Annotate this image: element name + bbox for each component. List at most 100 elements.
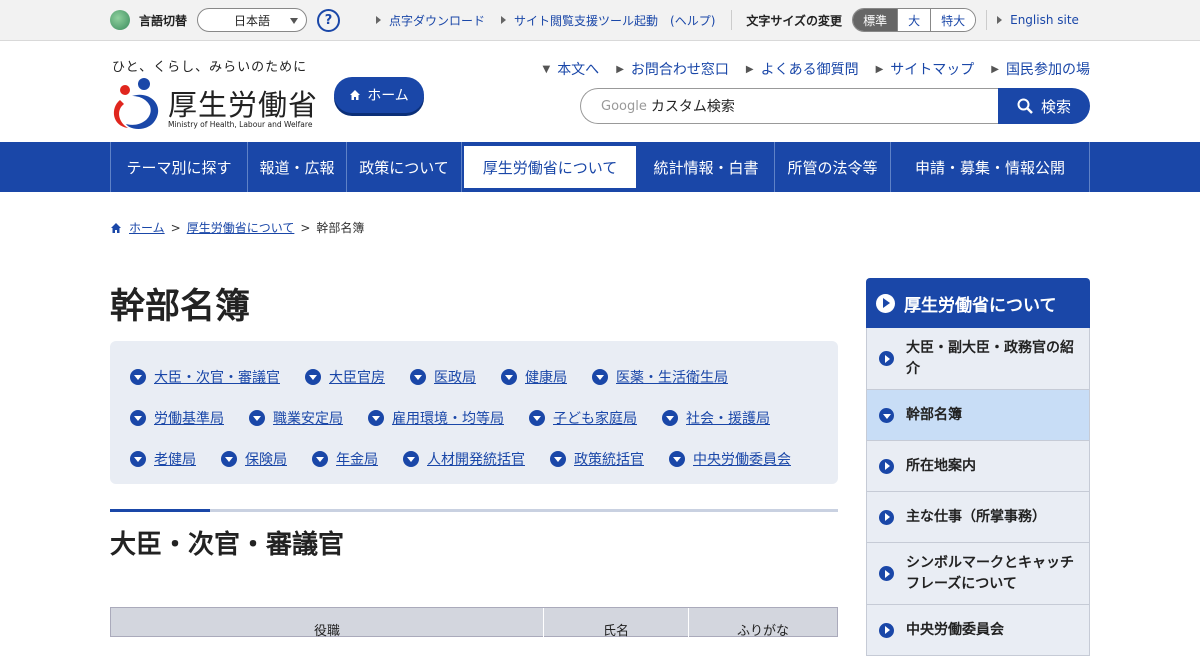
chevron-right-icon: ▶ (616, 63, 624, 75)
accessibility-tool-link[interactable]: サイト閲覧支援ツール起動 (ヘルプ) (501, 12, 715, 29)
sitemap-link[interactable]: ▶ サイトマップ (876, 59, 975, 79)
font-size-standard-button[interactable]: 標準 (853, 9, 898, 31)
font-size-large-button[interactable]: 大 (897, 9, 931, 31)
english-site-link[interactable]: English site (997, 13, 1079, 27)
language-label: 言語切替 (139, 13, 188, 28)
anchor-row: 労働基準局 職業安定局 雇用環境・均等局 子ども家庭局 社会・援護局 (130, 397, 818, 438)
anchor-link-label: 雇用環境・均等局 (392, 410, 504, 427)
breadcrumb-home-link[interactable]: ホーム (129, 219, 165, 236)
anchor-link[interactable]: 社会・援護局 (662, 408, 770, 428)
global-nav: テーマ別に探す 報道・広報 政策について 厚生労働省について 統計情報・白書 所… (0, 142, 1200, 192)
public-participation-link[interactable]: ▶ 国民参加の場 (991, 59, 1090, 79)
anchor-link[interactable]: 大臣・次官・審議官 (130, 367, 280, 387)
anchor-link-label: 保険局 (245, 451, 287, 468)
side-nav: 厚生労働省について 大臣・副大臣・政務官の紹介 幹部名簿 所在地案内 主な仕事（… (866, 278, 1090, 656)
circle-arrow-down-icon (501, 368, 517, 385)
anchor-link[interactable]: 職業安定局 (249, 408, 343, 428)
gnav-item-themes[interactable]: テーマ別に探す (111, 142, 248, 192)
circle-arrow-down-icon (130, 409, 146, 426)
home-button[interactable]: ホーム (334, 77, 424, 113)
font-size-label: 文字サイズの変更 (746, 13, 843, 28)
anchor-link-label: 社会・援護局 (686, 410, 770, 427)
search-placeholder: カスタム検索 (650, 99, 735, 115)
section-title: 大臣・次官・審議官 (110, 530, 345, 560)
gnav-item-laws[interactable]: 所管の法令等 (775, 142, 891, 192)
side-nav-item-labour-commission[interactable]: 中央労働委員会 (866, 605, 1090, 656)
search-button[interactable]: 検索 (998, 88, 1090, 124)
side-nav-item-executives[interactable]: 幹部名簿 (866, 390, 1090, 441)
search-input[interactable]: Google カスタム検索 (580, 88, 1000, 124)
gnav-item-policy[interactable]: 政策について (347, 142, 462, 192)
gnav-item-statistics[interactable]: 統計情報・白書 (638, 142, 775, 192)
breadcrumb-separator: > (170, 220, 181, 235)
column-header-name: 氏名 (544, 608, 689, 639)
anchor-link[interactable]: 労働基準局 (130, 408, 224, 428)
side-nav-item-label: シンボルマークとキャッチフレーズについて (906, 554, 1074, 592)
anchor-link[interactable]: 大臣官房 (305, 367, 385, 387)
circle-arrow-right-icon (879, 351, 894, 366)
font-size-switcher: 標準 大 特大 (852, 8, 977, 32)
anchor-link[interactable]: 中央労働委員会 (669, 449, 791, 469)
side-nav-item-duties[interactable]: 主な仕事（所掌事務） (866, 492, 1090, 543)
ministry-logo-icon (113, 78, 159, 129)
circle-arrow-down-icon (550, 450, 566, 467)
faq-link[interactable]: ▶ よくある御質問 (746, 59, 859, 79)
anchor-link-label: 大臣官房 (329, 369, 385, 386)
circle-arrow-down-icon (592, 368, 608, 385)
circle-arrow-down-icon (305, 368, 321, 385)
anchor-link[interactable]: 人材開発統括官 (403, 449, 525, 469)
circle-arrow-right-icon (879, 622, 894, 638)
circle-arrow-right-icon (879, 566, 894, 581)
anchor-link-box: 大臣・次官・審議官 大臣官房 医政局 健康局 医薬・生活衛生局 労働基準局 職業… (110, 341, 838, 484)
help-icon[interactable]: ? (317, 8, 341, 32)
side-nav-heading[interactable]: 厚生労働省について (866, 278, 1090, 328)
contact-link[interactable]: ▶ お問合わせ窓口 (616, 59, 729, 79)
chevron-down-icon: ▼ (542, 63, 551, 75)
side-nav-item-location[interactable]: 所在地案内 (866, 441, 1090, 492)
breadcrumb-parent-link[interactable]: 厚生労働省について (187, 219, 295, 236)
font-size-xlarge-button[interactable]: 特大 (930, 9, 976, 31)
anchor-link[interactable]: 老健局 (130, 449, 196, 469)
side-nav-item-label: 中央労働委員会 (906, 621, 1004, 638)
gnav-item-about-ministry[interactable]: 厚生労働省について (462, 144, 638, 190)
anchor-link[interactable]: 政策統括官 (550, 449, 644, 469)
logo-english: Ministry of Health, Labour and Welfare (168, 120, 313, 129)
anchor-link-label: 医薬・生活衛生局 (616, 369, 728, 386)
circle-arrow-down-icon (312, 450, 328, 467)
braille-download-link[interactable]: 点字ダウンロード (376, 12, 485, 29)
tagline: ひと、くらし、みらいのために (112, 60, 308, 75)
anchor-link-label: 年金局 (336, 451, 378, 468)
anchor-link[interactable]: 年金局 (312, 449, 378, 469)
anchor-link-label: 労働基準局 (154, 410, 224, 427)
anchor-link[interactable]: 雇用環境・均等局 (368, 408, 504, 428)
anchor-link[interactable]: 健康局 (501, 367, 567, 387)
anchor-link-label: 中央労働委員会 (693, 451, 791, 468)
anchor-link-label: 職業安定局 (273, 410, 343, 427)
circle-arrow-down-icon (130, 368, 146, 385)
gnav-item-press[interactable]: 報道・広報 (248, 142, 347, 192)
side-nav-item-symbol[interactable]: シンボルマークとキャッチフレーズについて (866, 543, 1090, 605)
anchor-link[interactable]: 子ども家庭局 (529, 408, 637, 428)
anchor-link-label: 子ども家庭局 (553, 410, 637, 427)
triangle-right-icon (376, 16, 382, 24)
anchor-link[interactable]: 医政局 (410, 367, 476, 387)
site-logo[interactable]: 厚生労働省 Ministry of Health, Labour and Wel… (110, 76, 317, 134)
contact-label: お問合わせ窓口 (630, 62, 729, 78)
language-value: 日本語 (234, 13, 271, 28)
search-form: Google カスタム検索 検索 (580, 88, 1090, 124)
chevron-down-icon (290, 18, 299, 24)
side-nav-item-label: 主な仕事（所掌事務） (906, 508, 1046, 525)
divider (731, 10, 733, 30)
language-select[interactable]: 日本語 (197, 8, 308, 32)
column-header-position: 役職 (111, 608, 544, 639)
circle-arrow-right-icon (879, 509, 894, 525)
anchor-link[interactable]: 保険局 (221, 449, 287, 469)
accessibility-tool-label: サイト閲覧支援ツール起動 (ヘルプ) (514, 13, 716, 28)
side-nav-item-minister[interactable]: 大臣・副大臣・政務官の紹介 (866, 328, 1090, 390)
home-icon (111, 222, 121, 233)
skip-to-content-link[interactable]: ▼ 本文へ (542, 59, 599, 79)
site-header: ひと、くらし、みらいのために 厚生労働省 Ministry of Health,… (0, 41, 1200, 142)
anchor-link[interactable]: 医薬・生活衛生局 (592, 367, 728, 387)
anchor-link-label: 政策統括官 (574, 451, 644, 468)
gnav-item-applications[interactable]: 申請・募集・情報公開 (891, 142, 1090, 192)
